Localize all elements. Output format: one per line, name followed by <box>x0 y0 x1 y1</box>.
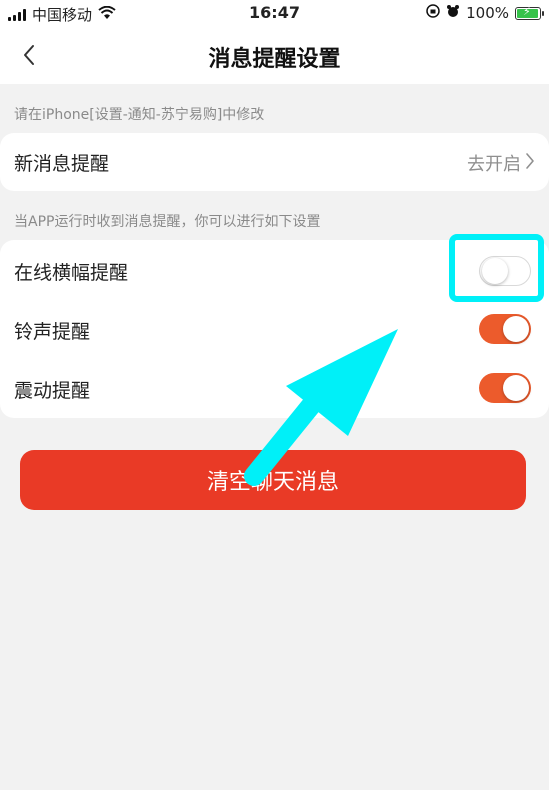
toggle-knob <box>503 375 529 401</box>
vibration-alert-toggle[interactable] <box>479 373 531 403</box>
vibration-alert-label: 震动提醒 <box>14 380 91 402</box>
chevron-right-icon <box>525 152 535 175</box>
new-message-row[interactable]: 新消息提醒 去开启 <box>0 133 549 191</box>
enable-link-label: 去开启 <box>467 154 521 175</box>
page-title: 消息提醒设置 <box>208 47 341 72</box>
status-right: 100% ⚡ <box>426 4 544 22</box>
status-bar: 中国移动 16:47 100% ⚡ <box>0 0 549 26</box>
banner-alert-label: 在线横幅提醒 <box>14 262 129 284</box>
ringtone-alert-label: 铃声提醒 <box>14 321 91 343</box>
battery-percent: 100% <box>466 4 509 22</box>
new-message-card: 新消息提醒 去开启 <box>0 133 549 191</box>
nav-bar: 消息提醒设置 <box>0 30 549 80</box>
orientation-lock-icon <box>426 4 440 22</box>
ringtone-alert-toggle[interactable] <box>479 314 531 344</box>
ringtone-alert-row: 铃声提醒 <box>0 300 549 360</box>
clear-chat-button[interactable]: 清空聊天消息 <box>20 450 526 510</box>
toggle-knob <box>503 316 529 342</box>
header: 中国移动 16:47 100% ⚡ 消息提醒设置 <box>0 0 549 84</box>
battery-icon: ⚡ <box>515 5 544 20</box>
enable-link[interactable]: 去开启 <box>467 150 535 176</box>
system-settings-hint: 请在iPhone[设置-通知-苏宁易购]中修改 <box>14 107 265 123</box>
vibration-alert-row: 震动提醒 <box>0 360 549 420</box>
app-settings-hint: 当APP运行时收到消息提醒，你可以进行如下设置 <box>14 214 321 230</box>
new-message-label: 新消息提醒 <box>14 153 110 175</box>
screen: 中国移动 16:47 100% ⚡ 消息提醒设置 请在iPhone[设置-通知-… <box>0 0 549 790</box>
highlight-box <box>449 234 544 302</box>
alarm-icon <box>446 4 460 22</box>
